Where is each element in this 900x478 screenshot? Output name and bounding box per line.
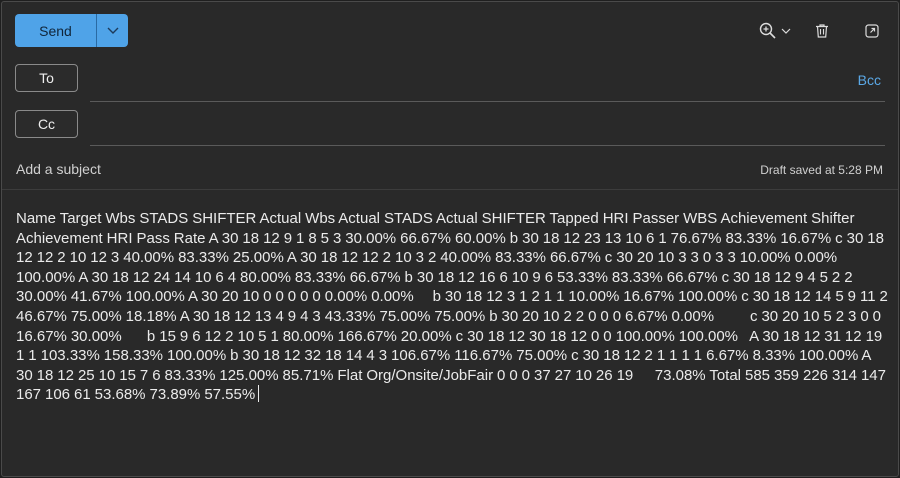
- to-underline: [90, 101, 885, 102]
- compose-window: Send To Bcc Cc Add a subject Draft saved…: [1, 1, 899, 477]
- chevron-down-icon: [107, 27, 118, 34]
- cc-button[interactable]: Cc: [15, 110, 78, 138]
- send-options-button[interactable]: [97, 14, 128, 47]
- trash-icon: [816, 24, 828, 38]
- delete-button[interactable]: [810, 19, 834, 43]
- send-button-group: Send: [15, 14, 128, 47]
- zoom-in-icon: [759, 22, 776, 39]
- header-divider: [2, 189, 898, 190]
- message-body[interactable]: Name Target Wbs STADS SHIFTER Actual Wbs…: [16, 209, 888, 405]
- send-button[interactable]: Send: [15, 14, 96, 47]
- to-button[interactable]: To: [15, 64, 78, 92]
- popout-icon: [865, 24, 879, 38]
- subject-input[interactable]: Add a subject: [16, 161, 616, 177]
- zoom-button[interactable]: [756, 19, 792, 43]
- chevron-down-icon: [781, 28, 790, 34]
- cc-underline: [90, 145, 885, 146]
- cc-field[interactable]: [90, 112, 885, 140]
- text-caret: [258, 385, 260, 403]
- to-field[interactable]: [90, 66, 850, 94]
- compose-toolbar: Send: [2, 2, 898, 60]
- popout-button[interactable]: [860, 19, 884, 43]
- toolbar-actions: [756, 19, 884, 43]
- draft-saved-status: Draft saved at 5:28 PM: [760, 163, 883, 177]
- message-body-text: Name Target Wbs STADS SHIFTER Actual Wbs…: [16, 210, 892, 404]
- bcc-link[interactable]: Bcc: [858, 72, 881, 88]
